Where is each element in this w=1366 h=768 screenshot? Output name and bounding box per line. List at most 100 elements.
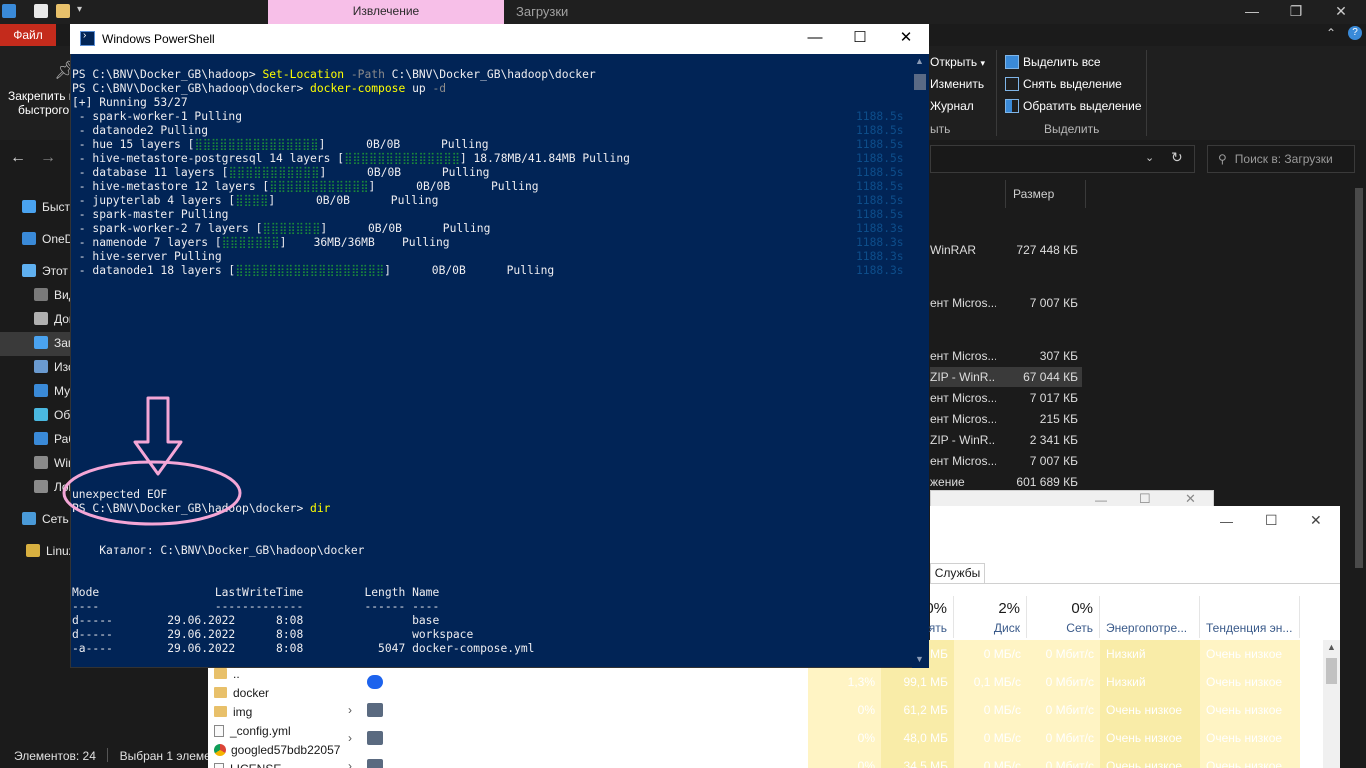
column-header[interactable]: 0% Сеть — [1027, 596, 1100, 638]
file-list-row[interactable]: WinRAR 727 448 КБ — [930, 240, 1082, 260]
process-row[interactable]: › ESET Service (32 бита) 0% 61,2 МБ 0 МБ/с 0 … — [340, 696, 1340, 724]
select-all-button[interactable]: Выделить все — [1023, 55, 1101, 69]
sidebar-item[interactable]: Сеть — [22, 512, 69, 532]
list-item[interactable]: LICENSE — [214, 762, 281, 768]
open-button[interactable]: Открыть ▾ — [930, 55, 985, 69]
refresh-icon[interactable]: ↻ — [1171, 149, 1183, 166]
column-header[interactable]: Энергопотре... — [1100, 596, 1200, 638]
column-divider — [1085, 180, 1086, 208]
powershell-scroll-thumb[interactable] — [914, 74, 926, 90]
close-icon[interactable]: ✕ — [1185, 491, 1196, 507]
select-none-button[interactable]: Снять выделение — [1023, 77, 1122, 91]
scroll-up-icon[interactable]: ▲ — [1327, 642, 1336, 652]
file-list-row[interactable]: ент Micros... 7 007 КБ — [930, 451, 1082, 471]
sidebar-item[interactable]: Док — [34, 312, 74, 332]
expand-chevron-icon[interactable]: › — [348, 752, 352, 768]
download-icon[interactable] — [2, 4, 16, 18]
sidebar-item[interactable]: Изо — [34, 360, 75, 380]
scrollbar-thumb[interactable] — [1355, 188, 1363, 568]
elapsed-time: 1188.5s — [856, 166, 904, 179]
list-item-label: _config.yml — [230, 724, 291, 738]
pin-quick-access-label-1[interactable]: Закрепить н — [8, 89, 75, 103]
console-segment: up — [405, 82, 433, 95]
sidebar-item[interactable]: Win — [34, 456, 75, 476]
new-folder-icon[interactable] — [56, 4, 70, 18]
file-list-row[interactable]: ент Micros... 7 017 КБ — [930, 388, 1082, 408]
maximize-icon[interactable]: ☐ — [837, 24, 883, 54]
sidebar-item[interactable]: Раб — [34, 432, 75, 452]
file-list-row[interactable]: ZIP - WinR... 67 044 КБ — [930, 367, 1082, 387]
dir-separator: ---- ------------- ------ ---- — [72, 600, 440, 613]
list-item[interactable]: _config.yml — [214, 724, 291, 743]
collapse-ribbon-icon[interactable]: ⌃ — [1326, 26, 1336, 40]
maximize-icon[interactable]: ☐ — [1265, 512, 1278, 529]
item-count: Элементов: 24 — [14, 749, 96, 763]
history-button[interactable]: Журнал — [930, 99, 974, 113]
help-icon[interactable]: ? — [1348, 26, 1362, 40]
select-all-icon — [1005, 55, 1019, 69]
list-item[interactable]: .. — [214, 667, 240, 686]
column-percent: 2% — [998, 600, 1020, 617]
search-input[interactable]: ⚲ Поиск в: Загрузки — [1207, 145, 1355, 173]
process-row[interactable]: › Узел службы: локальная система (огранич… — [340, 724, 1340, 752]
sidebar-item[interactable]: Быст — [22, 200, 70, 220]
close-icon[interactable]: ✕ — [883, 24, 929, 54]
minimize-icon[interactable]: — — [1229, 0, 1275, 24]
column-header[interactable]: 0% ять — [925, 596, 954, 638]
file-list-row[interactable]: жение 601 689 КБ — [930, 472, 1082, 492]
file-tab[interactable]: Файл — [0, 24, 56, 46]
size-column-header[interactable]: Размер — [1013, 187, 1054, 201]
sidebar-item[interactable]: Лок — [34, 480, 74, 500]
process-row[interactable]: › Проводник (2) 0% 34,5 МБ 0 МБ/с 0 Мбит/с Оче… — [340, 752, 1340, 768]
console-segment: - spark-worker-2 7 layers [ — [72, 222, 263, 235]
back-arrow-icon[interactable]: ← — [10, 149, 26, 167]
maximize-icon[interactable]: ☐ — [1139, 491, 1151, 507]
powershell-scrollbar[interactable]: ▲ ▼ — [912, 54, 929, 668]
chevron-down-icon[interactable]: ⌄ — [1145, 151, 1154, 164]
folder-icon — [214, 668, 227, 679]
console-segment: - namenode 7 layers [ — [72, 236, 222, 249]
sidebar-item[interactable]: Заг — [34, 336, 72, 356]
file-list-row[interactable]: ент Micros... 215 КБ — [930, 409, 1082, 429]
process-list-scrollbar[interactable]: ▲ — [1323, 640, 1340, 768]
edit-button[interactable]: Изменить — [930, 77, 984, 91]
sidebar-item[interactable]: Этот — [22, 264, 68, 284]
process-row[interactable]: Docker Desktop Backend 1,3% 99,1 МБ 0,1 МБ/… — [340, 668, 1340, 696]
scroll-up-icon[interactable]: ▲ — [915, 56, 924, 66]
file-list-row[interactable]: ент Micros... 307 КБ — [930, 346, 1082, 366]
pin-quick-access-label-2[interactable]: быстрого — [18, 103, 69, 117]
sidebar-item[interactable]: Linux — [26, 544, 75, 564]
tab-services[interactable]: Службы — [930, 563, 985, 583]
scrollbar-thumb[interactable] — [1326, 658, 1337, 684]
sidebar-item[interactable]: OneD — [22, 232, 73, 252]
process-disk: 0 МБ/с — [954, 724, 1027, 752]
column-header[interactable]: 2% Диск — [954, 596, 1027, 638]
file-type: ент Micros... — [930, 349, 996, 363]
explorer-scrollbar[interactable] — [1352, 180, 1366, 744]
close-icon[interactable]: ✕ — [1310, 512, 1322, 529]
restore-icon[interactable]: ❐ — [1273, 0, 1319, 24]
tab-strip-line — [930, 583, 1340, 584]
close-icon[interactable]: ✕ — [1318, 0, 1364, 24]
minimize-icon[interactable]: — — [792, 24, 838, 54]
quick-access-dropdown-icon[interactable]: ▾ — [77, 4, 91, 18]
properties-icon[interactable] — [34, 4, 48, 18]
list-item[interactable]: img — [214, 705, 252, 724]
file-list-row[interactable]: ент Micros... 7 007 КБ — [930, 293, 1082, 313]
file-list-row[interactable]: ZIP - WinR... 2 341 КБ — [930, 430, 1082, 450]
address-bar[interactable]: ⌄ ↻ — [930, 145, 1195, 173]
file-icon — [214, 725, 224, 737]
list-item[interactable]: googled57bdb22057 — [214, 743, 340, 762]
list-item[interactable]: docker — [214, 686, 269, 705]
expand-chevron-icon[interactable]: › — [348, 724, 352, 752]
extract-context-tab[interactable]: Извлечение — [268, 0, 504, 24]
expand-chevron-icon[interactable]: › — [348, 696, 352, 724]
scroll-down-icon[interactable]: ▼ — [915, 654, 924, 664]
minimize-icon[interactable]: — — [1095, 493, 1107, 507]
forward-arrow-icon[interactable]: → — [40, 149, 56, 167]
minimize-icon[interactable]: — — [1220, 514, 1233, 529]
column-header[interactable]: Тенденция эн... — [1200, 596, 1300, 638]
console-line: - namenode 7 layers [⣿⣿⣿⣿⣿⣿⣿] 36MB/36MB … — [72, 236, 450, 250]
invert-selection-button[interactable]: Обратить выделение — [1023, 99, 1142, 113]
console-line: - database 11 layers [⣿⣿⣿⣿⣿⣿⣿⣿⣿⣿⣿] 0B/0B… — [72, 166, 490, 180]
